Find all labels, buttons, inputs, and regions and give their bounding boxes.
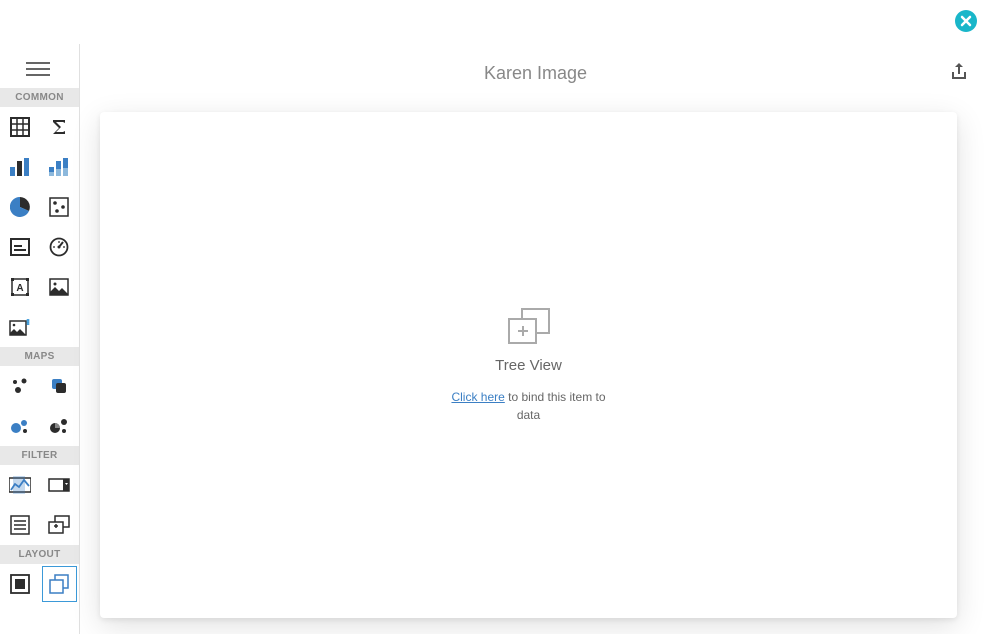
page-title: Karen Image [484, 63, 587, 84]
design-canvas[interactable]: Tree View Click here to bind this item t… [100, 112, 957, 618]
tree-view-icon [48, 515, 70, 535]
tool-chart[interactable] [0, 147, 40, 187]
tool-pivot[interactable] [40, 107, 80, 147]
tool-tree-view[interactable] [40, 505, 80, 545]
tab-container-icon [49, 574, 69, 594]
export-icon [949, 62, 969, 82]
sidebar-section-common: COMMON [0, 88, 79, 107]
maps-tools [0, 366, 79, 446]
tool-grid[interactable] [0, 107, 40, 147]
sidebar: COMMON [0, 44, 80, 634]
listbox-icon [10, 515, 30, 535]
filter-tools [0, 465, 79, 545]
svg-text:A: A [16, 283, 23, 294]
empty-placeholder: Tree View Click here to bind this item t… [449, 307, 609, 424]
geopoint-icon [49, 376, 69, 396]
sigma-icon [49, 117, 69, 137]
tool-card[interactable] [0, 227, 40, 267]
tool-range-filter[interactable] [0, 465, 40, 505]
group-icon [10, 574, 30, 594]
tool-dice[interactable] [40, 187, 80, 227]
tool-geopoint[interactable] [40, 366, 80, 406]
tool-text[interactable]: A [0, 267, 40, 307]
tool-list-box[interactable] [0, 505, 40, 545]
grid-icon [10, 117, 30, 137]
tool-bubble-map[interactable] [0, 406, 40, 446]
tool-choropleth[interactable] [0, 366, 40, 406]
placeholder-icon [507, 307, 551, 347]
tool-bound-image[interactable] [0, 307, 40, 347]
card-icon [10, 237, 30, 257]
range-filter-icon [9, 476, 31, 494]
placeholder-subtitle: Click here to bind this item to data [449, 388, 609, 424]
bound-image-icon [9, 317, 31, 337]
image-icon [49, 277, 69, 297]
pie-map-icon [49, 416, 69, 436]
choropleth-icon [10, 376, 30, 396]
sidebar-section-maps: MAPS [0, 347, 79, 366]
tool-tab-container[interactable] [40, 564, 80, 604]
pie-icon [10, 197, 30, 217]
layout-tools [0, 564, 79, 604]
tool-gauge[interactable] [40, 227, 80, 267]
sidebar-section-filter: FILTER [0, 446, 79, 465]
scatter-icon [49, 197, 69, 217]
tool-scatter[interactable] [40, 147, 80, 187]
bind-data-link[interactable]: Click here [451, 390, 504, 404]
title-bar: Karen Image [80, 44, 991, 102]
tool-combobox[interactable] [40, 465, 80, 505]
tool-pie[interactable] [0, 187, 40, 227]
tree-view-large-icon [507, 307, 551, 347]
app-window: COMMON [0, 0, 991, 634]
tool-group[interactable] [0, 564, 40, 604]
gauge-icon [49, 237, 69, 257]
close-icon [955, 10, 977, 32]
stacked-bar-icon [48, 157, 70, 177]
menu-button[interactable] [0, 44, 79, 88]
tool-image[interactable] [40, 267, 80, 307]
export-button[interactable] [949, 62, 969, 85]
placeholder-title: Tree View [449, 357, 609, 374]
textbox-icon: A [10, 277, 30, 297]
main-area: Karen Image Tree View Click here to bind… [80, 44, 991, 634]
close-button[interactable] [955, 10, 977, 32]
placeholder-suffix: to bind this item to data [505, 390, 606, 422]
tool-pie-map[interactable] [40, 406, 80, 446]
combobox-icon [48, 478, 70, 492]
sidebar-section-layout: LAYOUT [0, 545, 79, 564]
bar-chart-icon [9, 157, 31, 177]
common-tools: A [0, 107, 79, 347]
bubble-map-icon [10, 416, 30, 436]
